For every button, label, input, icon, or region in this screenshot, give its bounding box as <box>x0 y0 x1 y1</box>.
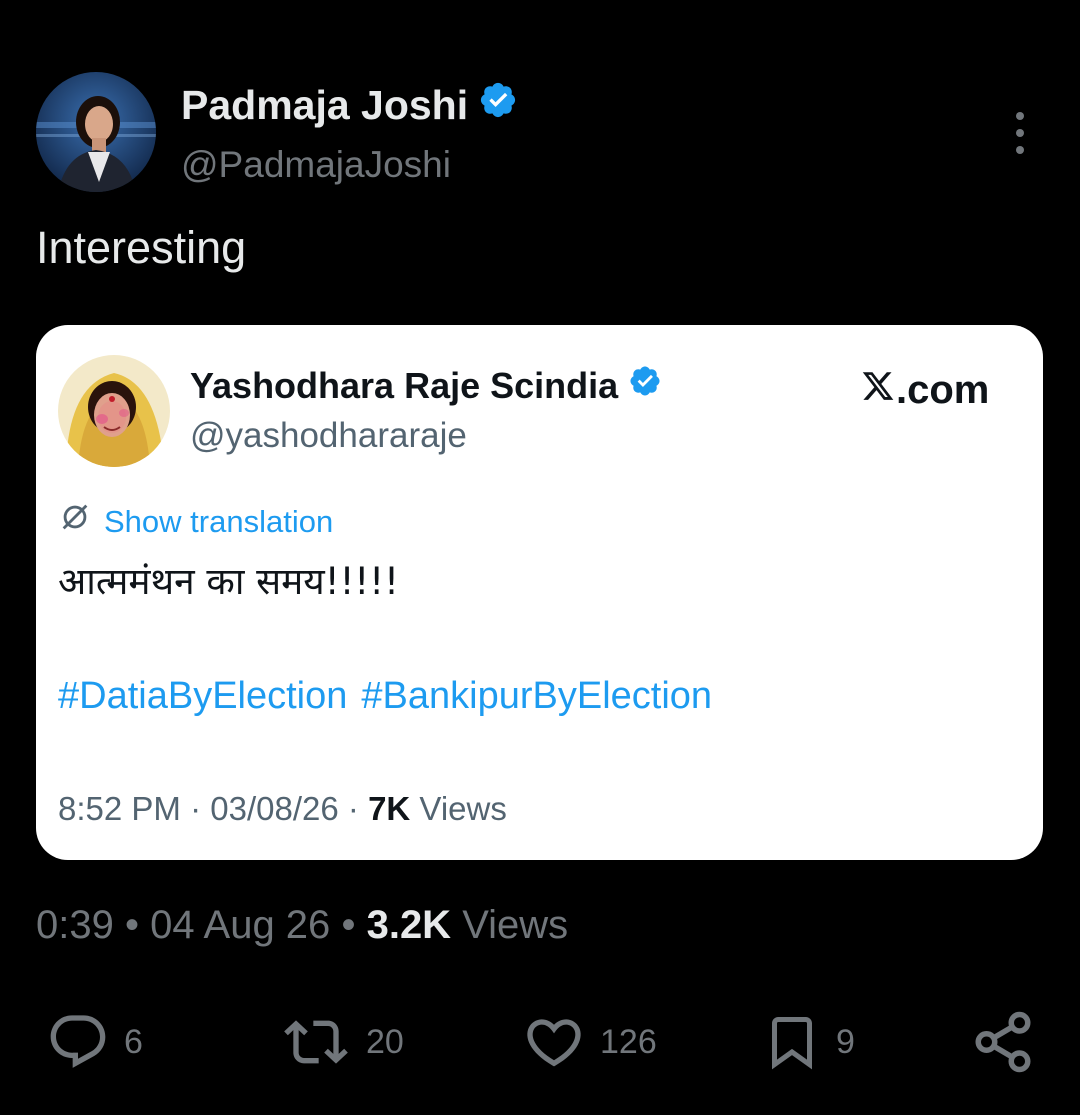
tweet-views-count[interactable]: 3.2K <box>367 903 452 947</box>
tweet-views-label: Views <box>462 903 569 947</box>
author-name-row[interactable]: Padmaja Joshi <box>181 80 518 130</box>
reply-button[interactable]: 6 <box>46 1008 143 1076</box>
like-button[interactable]: 126 <box>522 1008 657 1076</box>
reply-count: 6 <box>124 1022 143 1061</box>
repost-icon <box>280 1010 352 1074</box>
quoted-tweet-card[interactable]: Yashodhara Raje Scindia @yashodhararaje … <box>36 325 1043 860</box>
quoted-author-name[interactable]: Yashodhara Raje Scindia <box>190 363 618 409</box>
repost-button[interactable]: 20 <box>280 1008 404 1076</box>
share-icon <box>970 1009 1036 1075</box>
meta-separator: · <box>347 790 359 827</box>
bookmark-icon <box>762 1010 822 1074</box>
meta-separator: • <box>124 903 139 947</box>
quoted-author-name-row[interactable]: Yashodhara Raje Scindia <box>190 363 662 409</box>
bookmark-button[interactable]: 9 <box>762 1008 855 1076</box>
tweet-text: Interesting <box>36 222 247 273</box>
hashtag-list: #DatiaByElection #BankipurByElection <box>58 671 712 721</box>
more-icon-dot <box>1016 146 1024 154</box>
quoted-tweet-meta: 8:52 PM · 03/08/26 · 7K Views <box>58 787 507 831</box>
quoted-time: 8:52 PM <box>58 790 181 827</box>
reply-icon <box>46 1010 110 1074</box>
quoted-author-handle[interactable]: @yashodhararaje <box>190 414 467 458</box>
more-icon-dot <box>1016 129 1024 137</box>
quoted-views-label: Views <box>419 790 507 827</box>
like-count: 126 <box>600 1022 657 1061</box>
more-options-button[interactable] <box>1000 108 1040 158</box>
hashtag-link[interactable]: #BankipurByElection <box>361 671 712 721</box>
quoted-author-avatar[interactable] <box>58 355 170 467</box>
x-com-label: .com <box>896 368 990 412</box>
hashtag-link[interactable]: #DatiaByElection <box>58 671 347 721</box>
more-icon <box>1016 112 1024 120</box>
x-com-link[interactable]: .com <box>860 367 989 413</box>
bookmark-count: 9 <box>836 1022 855 1061</box>
verified-badge-icon <box>628 363 662 409</box>
quoted-tweet-text: आत्ममंथन का समय!!!!! <box>58 560 399 603</box>
author-handle[interactable]: @PadmajaJoshi <box>181 142 451 188</box>
x-logo-icon <box>860 367 896 413</box>
tweet-time: 0:39 <box>36 903 114 947</box>
action-bar: 6 20 126 9 <box>0 1008 1080 1076</box>
share-button[interactable] <box>970 1008 1036 1076</box>
author-avatar[interactable] <box>36 72 156 192</box>
author-name[interactable]: Padmaja Joshi <box>181 81 468 129</box>
verified-badge-icon <box>478 80 518 130</box>
translate-icon <box>58 500 92 544</box>
quoted-date: 03/08/26 <box>210 790 339 827</box>
show-translation-link[interactable]: Show translation <box>58 500 333 544</box>
tweet-date: 04 Aug 26 <box>150 903 331 947</box>
meta-separator: · <box>190 790 202 827</box>
quoted-views-count: 7K <box>368 790 411 827</box>
meta-separator: • <box>341 903 356 947</box>
tweet-detail: Padmaja Joshi @PadmajaJoshi Interesting <box>0 0 1080 1115</box>
repost-count: 20 <box>366 1022 404 1061</box>
show-translation-label[interactable]: Show translation <box>104 502 333 542</box>
tweet-meta: 0:39 • 04 Aug 26 • 3.2K Views <box>36 898 568 952</box>
like-icon <box>522 1010 586 1074</box>
